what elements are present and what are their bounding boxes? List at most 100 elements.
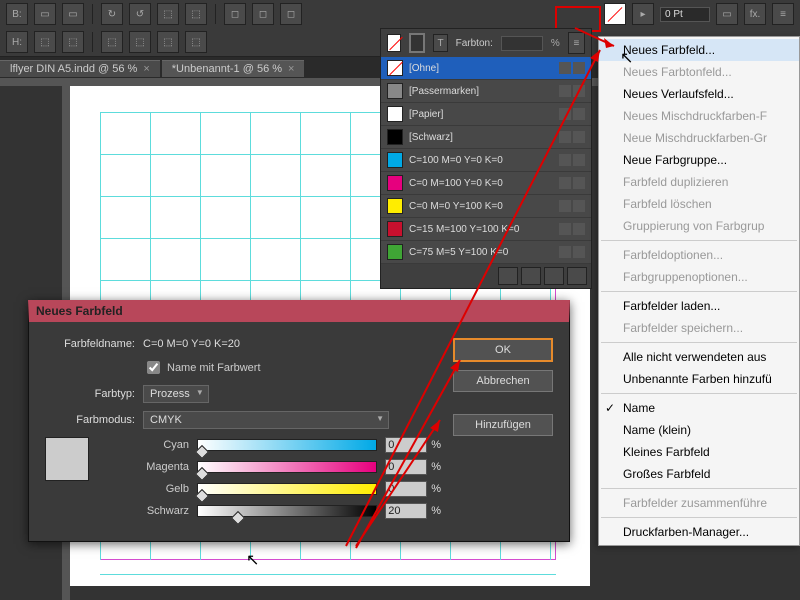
flip-v-icon[interactable]: ▭ — [62, 3, 84, 25]
swatch-row[interactable]: C=100 M=0 Y=0 K=0 — [381, 149, 591, 172]
lock-icon — [559, 223, 571, 235]
close-icon[interactable]: × — [288, 63, 294, 75]
align-icon[interactable]: ⬚ — [101, 31, 123, 53]
align-icon[interactable]: ⬚ — [185, 31, 207, 53]
new-group-icon[interactable] — [498, 267, 518, 285]
doc-tab[interactable]: lflyer DIN A5.indd @ 56 %× — [0, 60, 160, 77]
menu-item[interactable]: Alle nicht verwendeten aus — [599, 346, 799, 368]
menu-item: Neues Mischdruckfarben-F — [599, 105, 799, 127]
menu-item[interactable]: Neues Verlaufsfeld... — [599, 83, 799, 105]
new-swatch-icon[interactable] — [521, 267, 541, 285]
flip-h-icon[interactable]: ▭ — [34, 3, 56, 25]
menu-item[interactable]: Neues Farbfeld... — [599, 39, 799, 61]
tint-field[interactable] — [501, 36, 543, 51]
swatch-row[interactable]: C=0 M=100 Y=0 K=0 — [381, 172, 591, 195]
lock-icon — [559, 62, 571, 74]
new-swatch-icon[interactable] — [544, 267, 564, 285]
swatch-row[interactable]: [Ohne] — [381, 57, 591, 80]
menu-item[interactable]: Name — [599, 397, 799, 419]
close-icon[interactable]: × — [143, 63, 149, 75]
color-slider[interactable] — [197, 439, 377, 451]
lock-icon — [559, 246, 571, 258]
type-icon — [573, 108, 585, 120]
menu-item[interactable]: Großes Farbfeld — [599, 463, 799, 485]
add-button[interactable]: Hinzufügen — [453, 414, 553, 436]
swatch-chip-icon — [387, 129, 403, 145]
swatch-row[interactable]: C=75 M=5 Y=100 K=0 — [381, 241, 591, 264]
stroke-none-icon[interactable] — [604, 3, 626, 25]
slider-value-field[interactable] — [385, 503, 427, 519]
color-slider[interactable] — [197, 461, 377, 473]
stroke-proxy-icon[interactable] — [409, 33, 425, 53]
tool-icon[interactable]: H: — [6, 31, 28, 53]
menu-item[interactable]: Neue Farbgruppe... — [599, 149, 799, 171]
swatch-row[interactable]: [Passermarken] — [381, 80, 591, 103]
swatch-name: C=0 M=100 Y=0 K=0 — [409, 178, 557, 189]
type-icon — [573, 62, 585, 74]
slider-value-field[interactable] — [385, 459, 427, 475]
type-icon — [573, 223, 585, 235]
slider-value-field[interactable] — [385, 437, 427, 453]
percent-label: % — [431, 483, 441, 495]
effects-icon[interactable]: fx. — [744, 3, 766, 25]
type-icon — [573, 246, 585, 258]
fill-proxy-icon[interactable] — [387, 34, 401, 52]
doc-tab[interactable]: *Unbenannt-1 @ 56 %× — [162, 60, 305, 77]
rotate-icon[interactable]: ↻ — [101, 3, 123, 25]
color-slider[interactable] — [197, 483, 377, 495]
swatch-name: C=75 M=5 Y=100 K=0 — [409, 247, 557, 258]
swatch-chip-icon — [387, 244, 403, 260]
color-preview — [45, 437, 89, 481]
color-slider[interactable] — [197, 505, 377, 517]
menu-item: Farbfeld löschen — [599, 193, 799, 215]
swatch-row[interactable]: C=15 M=100 Y=100 K=0 — [381, 218, 591, 241]
color-type-dropdown[interactable]: Prozess — [143, 385, 209, 403]
pathfinder-icon[interactable]: ◻ — [280, 3, 302, 25]
menu-item[interactable]: Kleines Farbfeld — [599, 441, 799, 463]
cancel-button[interactable]: Abbrechen — [453, 370, 553, 392]
stroke-weight-field[interactable] — [660, 7, 710, 22]
menu-item: Neue Mischdruckfarben-Gr — [599, 127, 799, 149]
tint-label: Farbton: — [456, 38, 493, 49]
color-mode-dropdown[interactable]: CMYK — [143, 411, 389, 429]
swatch-row[interactable]: [Schwarz] — [381, 126, 591, 149]
menu-item[interactable]: Unbenannte Farben hinzufü — [599, 368, 799, 390]
stroke-weight-arrow[interactable]: ▸ — [632, 3, 654, 25]
name-with-color-checkbox[interactable]: Name mit Farbwert — [143, 358, 441, 377]
swatch-row[interactable]: C=0 M=0 Y=100 K=0 — [381, 195, 591, 218]
ok-button[interactable]: OK — [453, 338, 553, 362]
shear-icon[interactable]: ⬚ — [157, 3, 179, 25]
panel-menu-icon[interactable]: ≡ — [568, 32, 585, 54]
tool-icon[interactable]: B: — [6, 3, 28, 25]
lock-icon — [559, 131, 571, 143]
trash-icon[interactable] — [567, 267, 587, 285]
menu-item[interactable]: Druckfarben-Manager... — [599, 521, 799, 543]
slider-label: Gelb — [99, 483, 197, 495]
swatch-name-label: Farbfeldname: — [45, 338, 143, 350]
menu-item: Farbfelder speichern... — [599, 317, 799, 339]
link-icon[interactable]: ⬚ — [34, 31, 56, 53]
swatch-chip-icon — [387, 83, 403, 99]
link-icon[interactable]: ⬚ — [62, 31, 84, 53]
align-icon[interactable]: ⬚ — [129, 31, 151, 53]
slider-label: Schwarz — [99, 505, 197, 517]
pathfinder-icon[interactable]: ◻ — [224, 3, 246, 25]
swatches-flyout-menu: Neues Farbfeld...Neues Farbtonfeld...Neu… — [598, 36, 800, 546]
swatch-row[interactable]: [Papier] — [381, 103, 591, 126]
rotate-icon[interactable]: ↺ — [129, 3, 151, 25]
menu-icon[interactable]: ≡ — [772, 3, 794, 25]
align-icon[interactable]: ⬚ — [157, 31, 179, 53]
menu-item[interactable]: Farbfelder laden... — [599, 295, 799, 317]
swatch-name: [Ohne] — [409, 63, 557, 74]
shear-icon[interactable]: ⬚ — [185, 3, 207, 25]
type-icon — [573, 85, 585, 97]
menu-item[interactable]: Name (klein) — [599, 419, 799, 441]
swatch-name-value: C=0 M=0 Y=0 K=20 — [143, 338, 240, 350]
swatch-chip-icon — [387, 175, 403, 191]
swatch-name: [Papier] — [409, 109, 557, 120]
swatch-chip-icon — [387, 221, 403, 237]
slider-value-field[interactable] — [385, 481, 427, 497]
corner-icon[interactable]: ▭ — [716, 3, 738, 25]
pathfinder-icon[interactable]: ◻ — [252, 3, 274, 25]
text-proxy-icon[interactable]: T — [433, 34, 447, 52]
